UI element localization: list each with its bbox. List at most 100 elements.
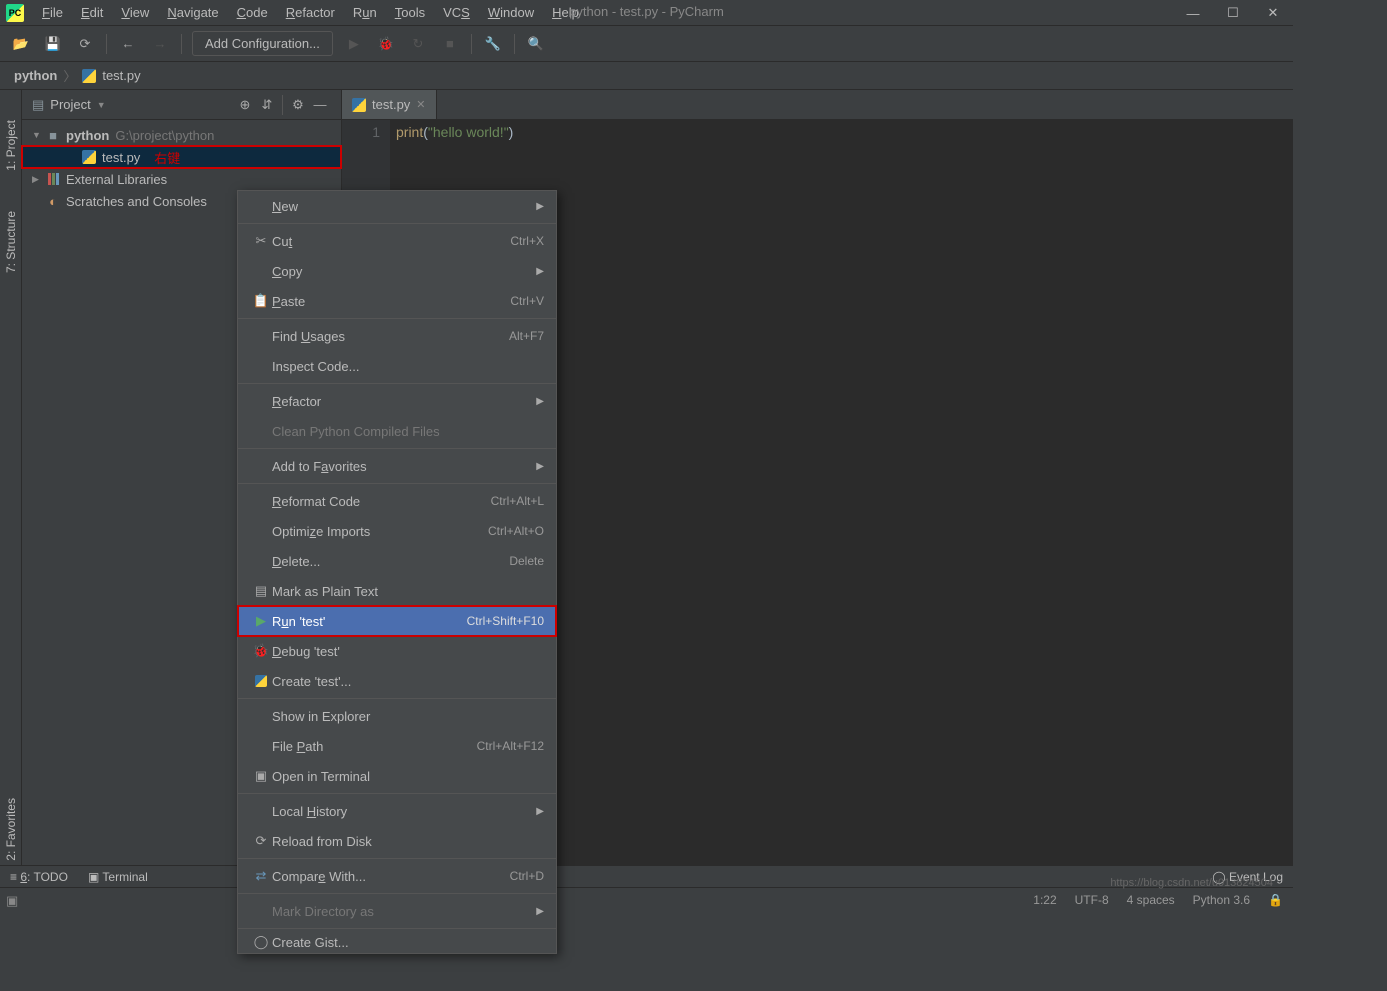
status-bar: 1:22 UTF-8 4 spaces Python 3.6 🔒 xyxy=(0,887,1293,911)
debug-icon: 🐞 xyxy=(250,643,272,659)
chevron-right-icon: ▶ xyxy=(32,174,44,185)
stop-icon[interactable]: ■ xyxy=(439,33,461,55)
separator xyxy=(238,858,556,859)
close-icon[interactable]: ✕ xyxy=(416,98,425,111)
cm-refactor[interactable]: Refactor▶ xyxy=(238,386,556,416)
cm-mark-plain[interactable]: ▤Mark as Plain Text xyxy=(238,576,556,606)
menu-window[interactable]: Window xyxy=(480,3,542,22)
menu-navigate[interactable]: Navigate xyxy=(159,3,226,22)
menu-code[interactable]: Code xyxy=(229,3,276,22)
separator xyxy=(282,95,283,115)
wrench-icon[interactable]: 🔧 xyxy=(482,33,504,55)
forward-icon[interactable]: → xyxy=(149,33,171,55)
cm-file-path[interactable]: File PathCtrl+Alt+F12 xyxy=(238,731,556,761)
run-config-selector[interactable]: Add Configuration... xyxy=(192,31,333,56)
maximize-button[interactable]: ☐ xyxy=(1213,0,1253,26)
cm-run-test[interactable]: ▶Run 'test'Ctrl+Shift+F10 xyxy=(238,606,556,636)
encoding[interactable]: UTF-8 xyxy=(1075,893,1109,907)
cm-compare[interactable]: ⇄Compare With...Ctrl+D xyxy=(238,861,556,891)
tree-file-testpy[interactable]: test.py 右键 xyxy=(22,146,341,168)
caret-position[interactable]: 1:22 xyxy=(1033,893,1056,907)
python-icon xyxy=(80,149,98,165)
scissors-icon: ✂ xyxy=(250,233,272,249)
cm-inspect[interactable]: Inspect Code... xyxy=(238,351,556,381)
sync-icon[interactable]: ⟳ xyxy=(74,33,96,55)
tree-root-label: python xyxy=(66,128,109,143)
save-icon[interactable]: 💾 xyxy=(42,33,64,55)
tree-ext-label: External Libraries xyxy=(66,172,167,187)
hide-icon[interactable]: — xyxy=(309,94,331,116)
interpreter[interactable]: Python 3.6 xyxy=(1193,893,1250,907)
breadcrumb-sep: 〉 xyxy=(63,66,76,85)
annotation-rightclick: 右键 xyxy=(154,148,180,167)
todo-tab[interactable]: ≡ 6: TODO xyxy=(10,870,68,884)
watermark: https://blog.csdn.net/u013824504 xyxy=(1110,877,1273,889)
editor-tab-testpy[interactable]: test.py ✕ xyxy=(342,90,437,119)
tree-root[interactable]: ▼ ■ python G:\project\python xyxy=(22,124,341,146)
separator xyxy=(238,928,556,929)
cm-reload[interactable]: ⟳Reload from Disk xyxy=(238,826,556,856)
separator xyxy=(181,34,182,54)
separator xyxy=(471,34,472,54)
panel-title[interactable]: ▤ Project ▼ xyxy=(32,97,234,113)
bottom-tool-bar: ≡ 6: TODO ▣ Terminal ◯ Event Log xyxy=(0,865,1293,887)
menu-run[interactable]: Run xyxy=(345,3,385,22)
clipboard-icon: 📋 xyxy=(250,293,272,309)
menu-refactor[interactable]: Refactor xyxy=(278,3,343,22)
menu-file[interactable]: File xyxy=(34,3,71,22)
window-controls: — ☐ ✕ xyxy=(1173,0,1293,26)
structure-tab[interactable]: 7: Structure xyxy=(4,211,18,273)
cm-new[interactable]: New▶ xyxy=(238,191,556,221)
cm-mark-dir: Mark Directory as▶ xyxy=(238,896,556,926)
lock-icon[interactable]: 🔒 xyxy=(1268,893,1283,907)
show-panels-icon[interactable]: ▣ xyxy=(6,893,18,909)
cm-debug-test[interactable]: 🐞Debug 'test' xyxy=(238,636,556,666)
close-button[interactable]: ✕ xyxy=(1253,0,1293,26)
gear-icon[interactable]: ⚙ xyxy=(287,94,309,116)
line-number: 1 xyxy=(342,124,380,140)
cm-show-explorer[interactable]: Show in Explorer xyxy=(238,701,556,731)
target-icon[interactable]: ⊕ xyxy=(234,94,256,116)
menu-vcs[interactable]: VCS xyxy=(435,3,478,22)
minimize-button[interactable]: — xyxy=(1173,0,1213,26)
cm-add-favorites[interactable]: Add to Favorites▶ xyxy=(238,451,556,481)
cm-create-test[interactable]: Create 'test'... xyxy=(238,666,556,696)
cm-local-history[interactable]: Local History▶ xyxy=(238,796,556,826)
app-icon: PC xyxy=(6,4,24,22)
cm-optimize[interactable]: Optimize ImportsCtrl+Alt+O xyxy=(238,516,556,546)
back-icon[interactable]: ← xyxy=(117,33,139,55)
menu-edit[interactable]: Edit xyxy=(73,3,111,22)
panel-title-text: Project xyxy=(50,97,90,112)
menu-view[interactable]: View xyxy=(113,3,157,22)
collapse-icon[interactable]: ⇵ xyxy=(256,94,278,116)
code-str: "hello world!" xyxy=(428,124,509,140)
search-icon[interactable]: 🔍 xyxy=(525,33,547,55)
cm-reformat[interactable]: Reformat CodeCtrl+Alt+L xyxy=(238,486,556,516)
cm-paste[interactable]: 📋PasteCtrl+V xyxy=(238,286,556,316)
code-fn: print xyxy=(396,124,423,140)
run-icon[interactable]: ▶ xyxy=(343,33,365,55)
project-tab[interactable]: 1: Project xyxy=(4,120,18,171)
separator xyxy=(514,34,515,54)
cm-open-terminal[interactable]: ▣Open in Terminal xyxy=(238,761,556,791)
debug-icon[interactable]: 🐞 xyxy=(375,33,397,55)
indent[interactable]: 4 spaces xyxy=(1127,893,1175,907)
separator xyxy=(238,698,556,699)
breadcrumb-root[interactable]: python xyxy=(14,68,57,83)
menu-tools[interactable]: Tools xyxy=(387,3,433,22)
cm-find-usages[interactable]: Find UsagesAlt+F7 xyxy=(238,321,556,351)
cm-cut[interactable]: ✂CutCtrl+X xyxy=(238,226,556,256)
separator xyxy=(238,318,556,319)
breadcrumb-file[interactable]: test.py xyxy=(102,68,140,83)
folder-icon: ▤ xyxy=(32,97,44,113)
library-icon xyxy=(44,171,62,187)
favorites-tab[interactable]: 2: Favorites xyxy=(4,798,18,861)
coverage-icon[interactable]: ↻ xyxy=(407,33,429,55)
github-icon: ◯ xyxy=(250,934,272,950)
cm-copy[interactable]: Copy▶ xyxy=(238,256,556,286)
terminal-tab[interactable]: ▣ Terminal xyxy=(88,870,148,884)
cm-create-gist[interactable]: ◯Create Gist... xyxy=(238,931,556,953)
tree-external-libraries[interactable]: ▶ External Libraries xyxy=(22,168,341,190)
cm-delete[interactable]: Delete...Delete xyxy=(238,546,556,576)
open-icon[interactable]: 📂 xyxy=(10,33,32,55)
